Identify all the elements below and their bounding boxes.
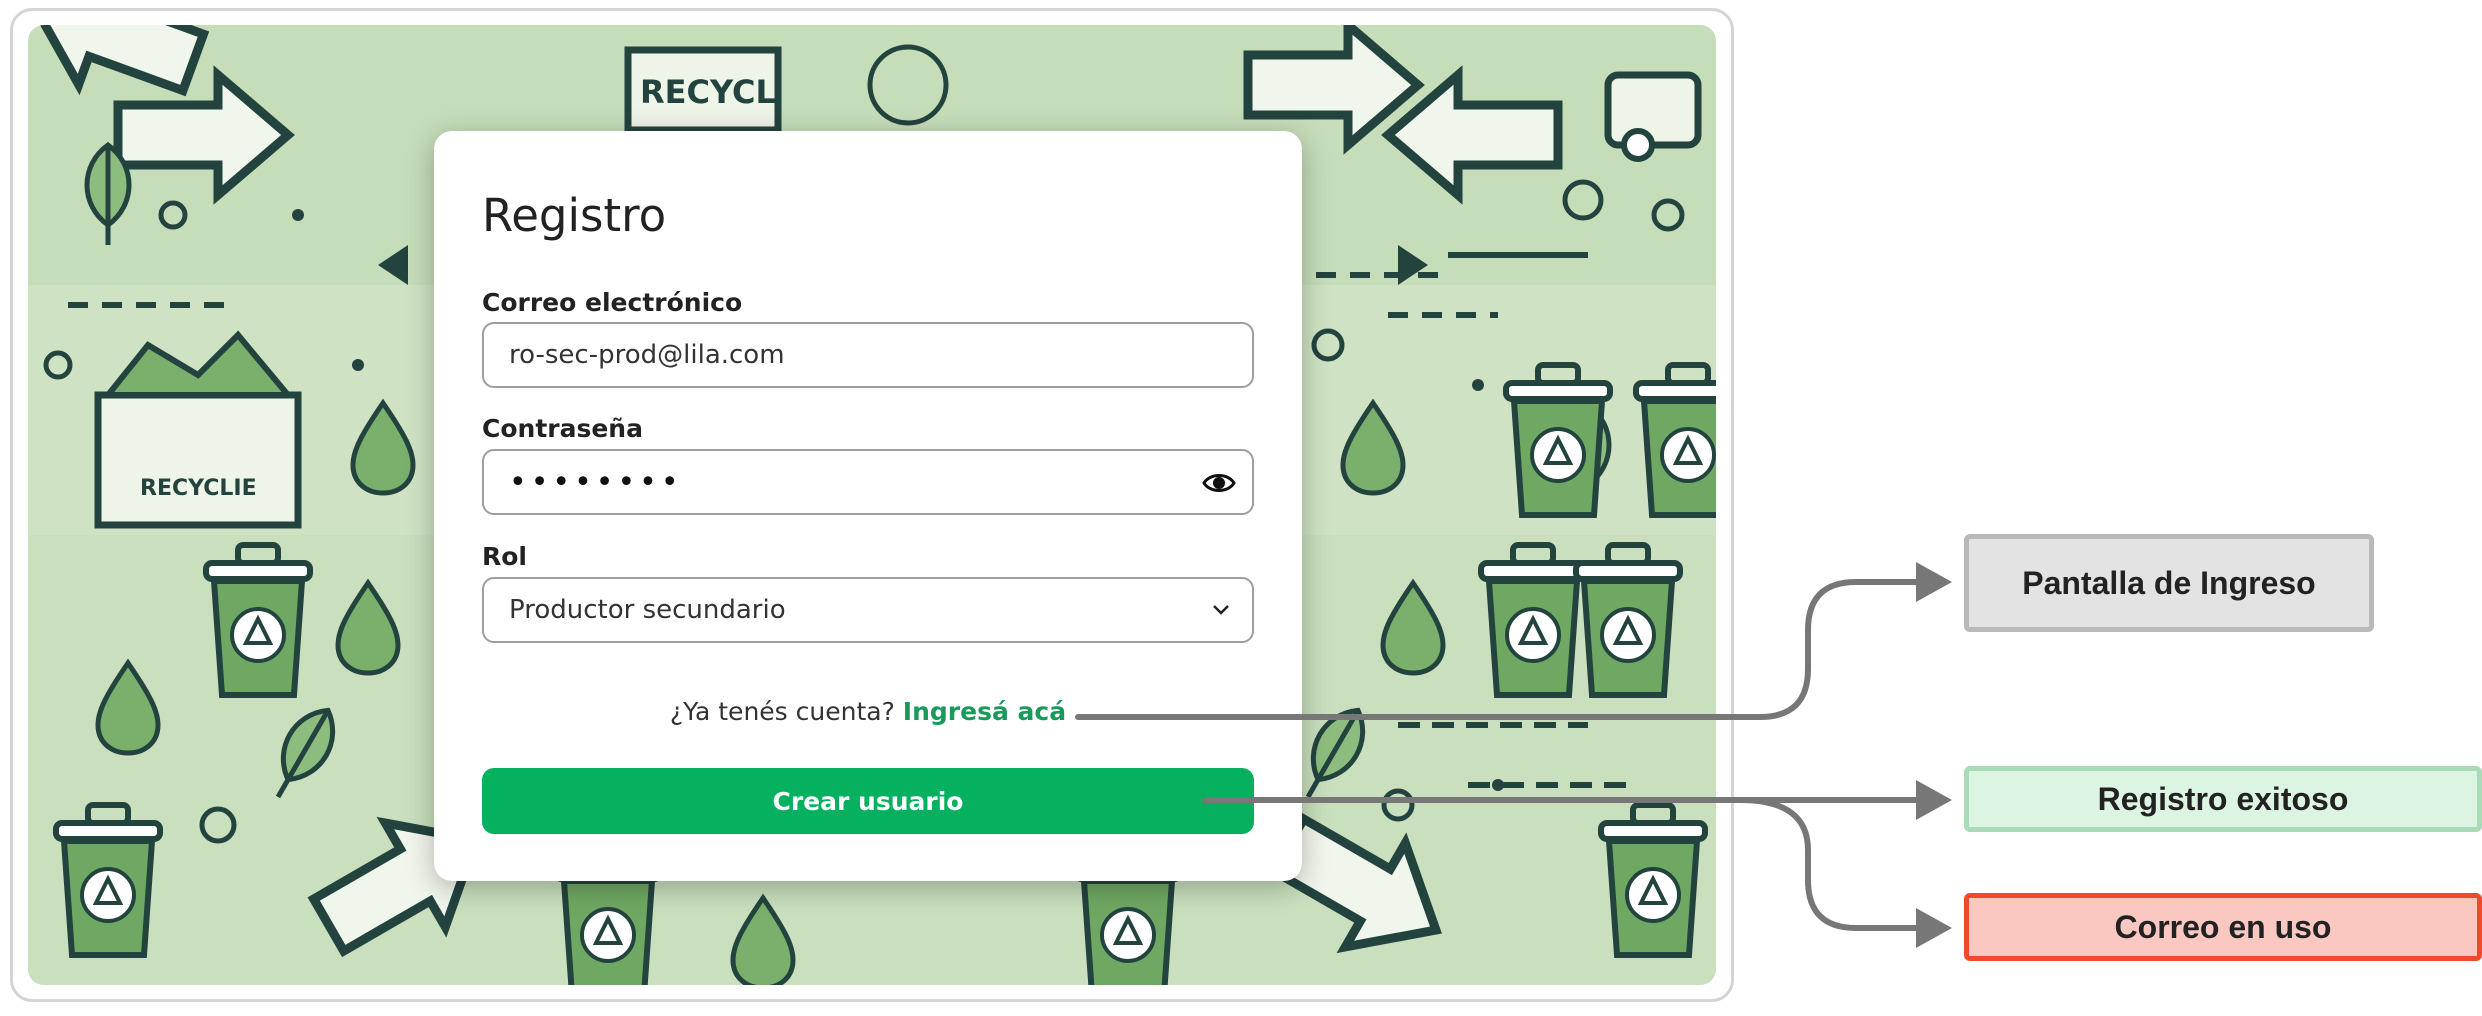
correo-en-uso-box: Correo en uso (1964, 893, 2482, 961)
flow-diagram: RECYCL RECYCLIE Registro Correo electrón… (0, 0, 2482, 1016)
registro-exitoso-box: Registro exitoso (1964, 766, 2482, 832)
pantalla-ingreso-box: Pantalla de Ingreso (1964, 534, 2374, 632)
flow-arrows (1075, 562, 1952, 948)
